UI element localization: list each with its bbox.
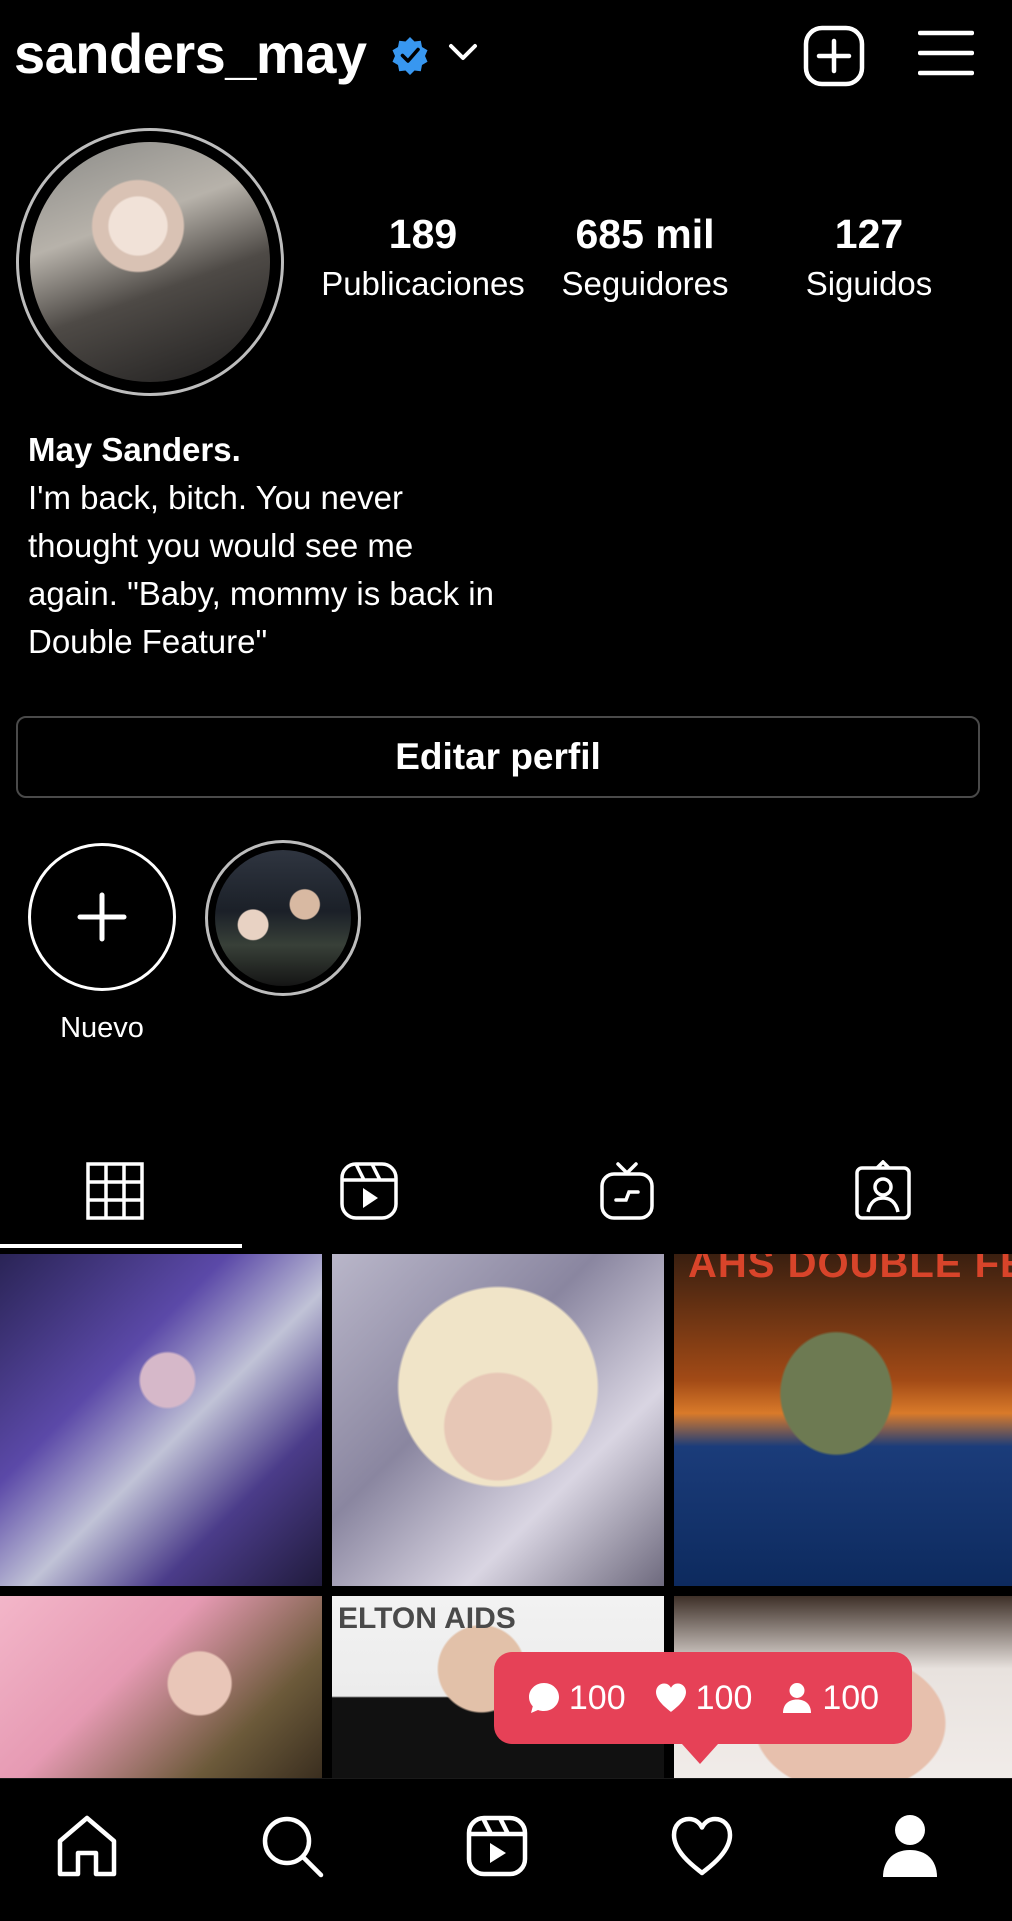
heart-activity-icon[interactable] [669, 1813, 735, 1879]
post-overlay-text: AHS DOUBLE FEATURE [688, 1254, 1012, 1286]
bio-line: I'm back, bitch. You never [28, 479, 404, 516]
posts-label: Publicaciones [321, 265, 525, 302]
search-icon[interactable] [259, 1813, 325, 1879]
followers-stat[interactable]: 685 mil Seguidores [535, 210, 755, 306]
followers-count: 685 mil [575, 211, 715, 257]
post-thumbnail[interactable] [332, 1254, 664, 1586]
new-highlight-label: Nuevo [60, 1012, 144, 1044]
likes-notification: 100 [654, 1678, 753, 1718]
post-overlay-text: ELTON AIDS [338, 1602, 516, 1635]
post-thumbnail[interactable] [0, 1596, 322, 1778]
comments-notification: 100 [527, 1679, 626, 1718]
followers-label: Seguidores [561, 265, 729, 302]
person-icon [783, 1683, 812, 1713]
verified-badge-icon [392, 37, 428, 75]
following-count: 127 [834, 211, 904, 257]
story-highlight[interactable] [215, 850, 351, 986]
post-thumbnail[interactable] [0, 1254, 322, 1586]
reels-tab-icon[interactable] [338, 1160, 400, 1222]
following-label: Siguidos [805, 265, 933, 302]
following-stat[interactable]: 127 Siguidos [759, 210, 979, 306]
heart-icon [655, 1683, 686, 1712]
posts-stat[interactable]: 189 Publicaciones [313, 210, 533, 306]
chevron-down-icon[interactable] [448, 42, 478, 62]
followers-notification: 100 [780, 1679, 879, 1718]
followers-notification-count: 100 [822, 1678, 880, 1717]
reels-icon[interactable] [464, 1813, 530, 1879]
plus-icon [77, 892, 127, 942]
comments-count: 100 [568, 1678, 626, 1717]
likes-count: 100 [695, 1678, 753, 1717]
home-icon[interactable] [54, 1813, 120, 1879]
profile-username[interactable]: sanders_may [14, 22, 367, 86]
edit-profile-button[interactable]: Editar perfil [16, 716, 980, 798]
bio-line: again. "Baby, mommy is back in [28, 575, 494, 612]
tagged-tab-icon[interactable] [852, 1160, 914, 1222]
activity-notification-bubble[interactable]: 100 100 100 [494, 1652, 912, 1744]
posts-count: 189 [388, 211, 458, 257]
comment-icon [528, 1683, 559, 1713]
bio-line: Double Feature" [28, 623, 268, 660]
top-bar: sanders_may [0, 0, 1012, 115]
profile-display-name: May Sanders. [28, 431, 241, 468]
bio-line: thought you would see me [28, 527, 414, 564]
post-thumbnail[interactable]: AHS DOUBLE FEATURE [674, 1254, 1012, 1586]
new-post-button[interactable] [802, 24, 866, 88]
igtv-tab-icon[interactable] [596, 1160, 658, 1222]
grid-tab-icon[interactable] [84, 1160, 146, 1222]
profile-icon[interactable] [877, 1813, 943, 1879]
profile-bio: May Sanders. I'm back, bitch. You never … [28, 426, 588, 666]
active-tab-indicator [0, 1244, 242, 1248]
profile-avatar[interactable] [30, 142, 270, 382]
menu-icon[interactable] [918, 28, 974, 78]
notification-pointer [682, 1744, 718, 1764]
